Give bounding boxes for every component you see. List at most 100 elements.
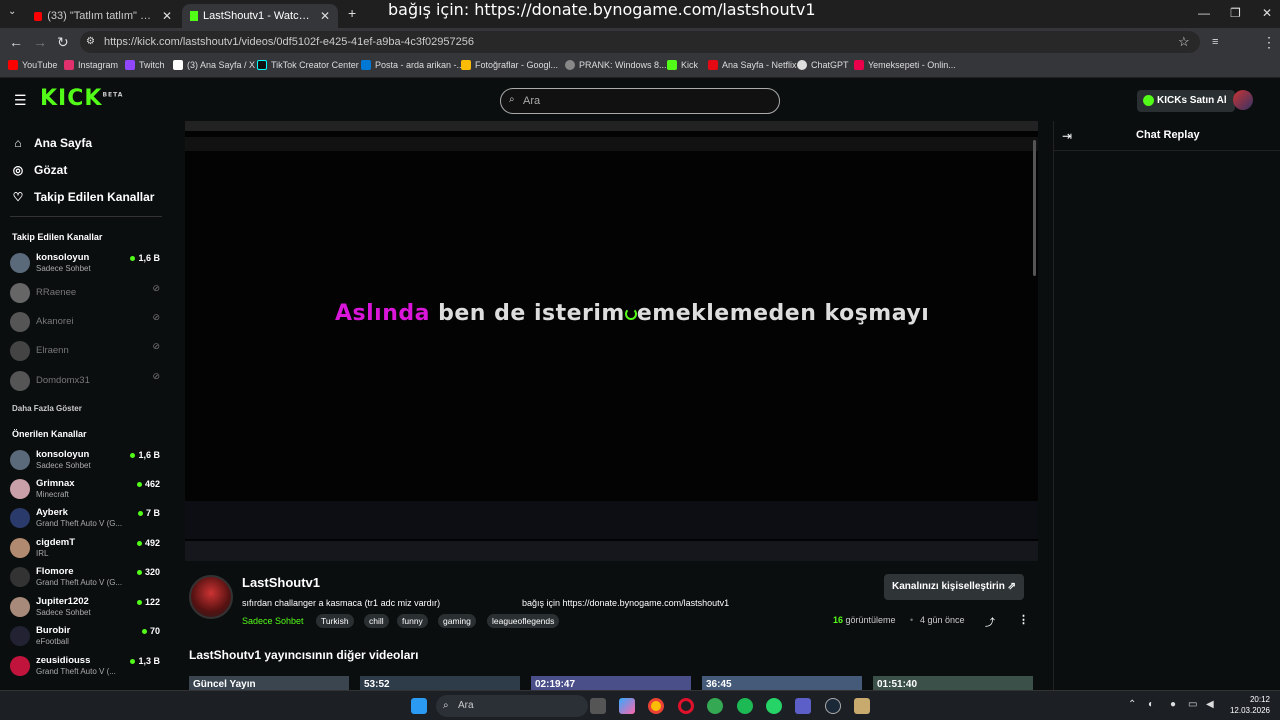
channel-name[interactable]: LastShoutv1: [242, 575, 320, 590]
category-link[interactable]: Sadece Sohbet: [242, 616, 304, 626]
maximize-icon[interactable]: ❐: [1230, 6, 1241, 20]
followed-channel-elraenn[interactable]: Elraenn ⊘: [10, 339, 160, 363]
bookmark-kick[interactable]: Kick: [667, 60, 698, 70]
followed-channel-rraenee[interactable]: RRaenee ⊘: [10, 281, 160, 305]
more-options-icon[interactable]: ⋮: [1018, 613, 1029, 626]
back-icon[interactable]: ←: [9, 34, 23, 50]
avatar: [10, 508, 30, 528]
volume-icon[interactable]: ◀: [1206, 699, 1214, 710]
recommended-channel[interactable]: Flomore Grand Theft Auto V (G... 320: [10, 565, 160, 589]
recommended-channel[interactable]: cigdemT IRL 492: [10, 536, 160, 560]
sidebar-item-following[interactable]: ♡ Takip Edilen Kanallar: [12, 190, 155, 204]
task-view-icon[interactable]: [590, 698, 606, 714]
bookmark-prank[interactable]: PRANK: Windows 8...: [565, 60, 667, 70]
followed-channel-konsoloyun[interactable]: konsoloyun Sadece Sohbet 1,6 B: [10, 251, 160, 275]
league-icon[interactable]: [854, 698, 870, 714]
followed-channel-akanorei[interactable]: Akanorei ⊘: [10, 310, 160, 334]
hamburger-menu-icon[interactable]: ☰: [14, 92, 27, 109]
recommended-channel[interactable]: Ayberk Grand Theft Auto V (G... 7 B: [10, 506, 160, 530]
microphone-icon[interactable]: ●: [1170, 699, 1176, 710]
bookmark-chatgpt[interactable]: ChatGPT: [797, 60, 849, 70]
chat-title: Chat Replay: [1136, 129, 1200, 141]
bookmark-twitch[interactable]: Twitch: [125, 60, 165, 70]
avatar: [10, 253, 30, 273]
kick-logo[interactable]: KICKBETA: [40, 86, 123, 111]
site-info-icon[interactable]: ⚙: [86, 36, 95, 47]
upload-age: 4 gün önce: [920, 615, 965, 625]
user-avatar[interactable]: [1233, 90, 1253, 110]
kick-icon: [190, 11, 198, 21]
bookmark-yemeksepeti[interactable]: Yemeksepeti - Onlin...: [854, 60, 956, 70]
kicks-coin-icon: [1143, 95, 1154, 106]
recommended-channel[interactable]: Burobir eFootball 70: [10, 624, 160, 648]
bookmark-youtube[interactable]: YouTube: [8, 60, 57, 70]
tag-funny[interactable]: funny: [397, 614, 428, 628]
close-icon[interactable]: ✕: [156, 9, 172, 23]
whatsapp-icon[interactable]: [766, 698, 782, 714]
bookmark-netflix[interactable]: Ana Sayfa - Netflix: [708, 60, 797, 70]
url-field[interactable]: https://kick.com/lastshoutv1/videos/0df5…: [80, 31, 1200, 53]
steam-icon[interactable]: [825, 698, 841, 714]
tag-gaming[interactable]: gaming: [438, 614, 476, 628]
recommended-channel[interactable]: Jupiter1202 Sadece Sohbet 122: [10, 595, 160, 619]
video-player[interactable]: Aslında ben de isterim emeklemeden koşmay…: [185, 121, 1038, 561]
photos-icon: [461, 60, 471, 70]
show-more-link[interactable]: Daha Fazla Göster: [12, 404, 82, 413]
bookmark-x[interactable]: (3) Ana Sayfa / X: [173, 60, 255, 70]
video-blurred-toolbar: [185, 137, 1038, 151]
tab-youtube[interactable]: (33) "Tatlım tatlım" cover by Bil... ✕: [26, 4, 180, 28]
chrome-icon[interactable]: [648, 698, 664, 714]
close-window-icon[interactable]: ✕: [1262, 6, 1272, 20]
bookmark-tiktok[interactable]: TikTok Creator Center: [257, 60, 359, 70]
spotify-icon[interactable]: [737, 698, 753, 714]
close-icon[interactable]: ✕: [314, 9, 330, 23]
forward-icon[interactable]: →: [33, 34, 47, 50]
media-controls-icon[interactable]: ≡: [1212, 36, 1218, 48]
windows-start-icon[interactable]: [411, 698, 427, 714]
home-icon: ⌂: [14, 136, 22, 150]
collapse-chat-icon[interactable]: ⇥: [1062, 129, 1072, 143]
recommended-channel[interactable]: zeusidiouss Grand Theft Auto V (... 1,3 …: [10, 654, 160, 678]
tab-list-dropdown-icon[interactable]: ⌄: [8, 6, 16, 17]
sidebar-item-browse[interactable]: ◎ Gözat: [12, 163, 68, 177]
tag-turkish[interactable]: Turkish: [316, 614, 354, 628]
taskbar-clock[interactable]: 20:12 12.03.2026: [1226, 694, 1270, 716]
copilot-icon[interactable]: [619, 698, 635, 714]
browser-tab-bar: ⌄ (33) "Tatlım tatlım" cover by Bil... ✕…: [0, 0, 1280, 28]
channel-avatar[interactable]: [189, 575, 233, 619]
recommended-channel[interactable]: Grimnax Minecraft 462: [10, 477, 160, 501]
live-dot-icon: [130, 256, 136, 262]
search-input[interactable]: Ara: [500, 88, 780, 114]
avatar: [10, 626, 30, 646]
sidebar-item-home[interactable]: ⌂ Ana Sayfa: [12, 136, 92, 150]
bookmark-outlook[interactable]: Posta - arda arikan -...: [361, 60, 464, 70]
twitch-icon: [125, 60, 135, 70]
followed-channel-domdomx31[interactable]: Domdomx31 ⊘: [10, 369, 160, 393]
bookmark-photos[interactable]: Fotoğraflar - Googl...: [461, 60, 558, 70]
opera-icon[interactable]: [678, 698, 694, 714]
compass-icon: ◎: [12, 163, 24, 177]
avatar: [10, 538, 30, 558]
avatar: [10, 283, 30, 303]
tray-app-icon[interactable]: ◐: [1148, 699, 1154, 710]
chrome-alt-icon[interactable]: [707, 698, 723, 714]
instagram-icon: [64, 60, 74, 70]
share-icon[interactable]: ⤴: [985, 614, 995, 629]
bookmark-star-icon[interactable]: ☆: [1178, 34, 1190, 50]
bookmark-instagram[interactable]: Instagram: [64, 60, 118, 70]
minimize-icon[interactable]: —: [1198, 6, 1210, 20]
recommended-channel[interactable]: konsoloyun Sadece Sohbet 1,6 B: [10, 448, 160, 472]
teams-icon[interactable]: [795, 698, 811, 714]
new-tab-button[interactable]: +: [348, 5, 356, 21]
menu-icon[interactable]: ⋮: [1262, 34, 1276, 51]
tray-chevron-icon[interactable]: ⌃: [1128, 699, 1136, 710]
tag-leagueoflegends[interactable]: leagueoflegends: [487, 614, 560, 628]
tag-chill[interactable]: chill: [364, 614, 389, 628]
network-icon[interactable]: ▭: [1188, 699, 1197, 710]
video-title: sıfırdan challanger a kasmaca (tr1 adc m…: [242, 598, 441, 608]
reload-icon[interactable]: ↻: [57, 34, 69, 51]
tab-kick[interactable]: LastShoutv1 - Watch the V... ✕: [182, 4, 338, 28]
video-scrollbar[interactable]: [1033, 140, 1036, 276]
customize-channel-button[interactable]: Kanalınızı kişiselleştirin ⇗: [884, 574, 1024, 600]
taskbar-search[interactable]: Ara: [436, 695, 588, 717]
